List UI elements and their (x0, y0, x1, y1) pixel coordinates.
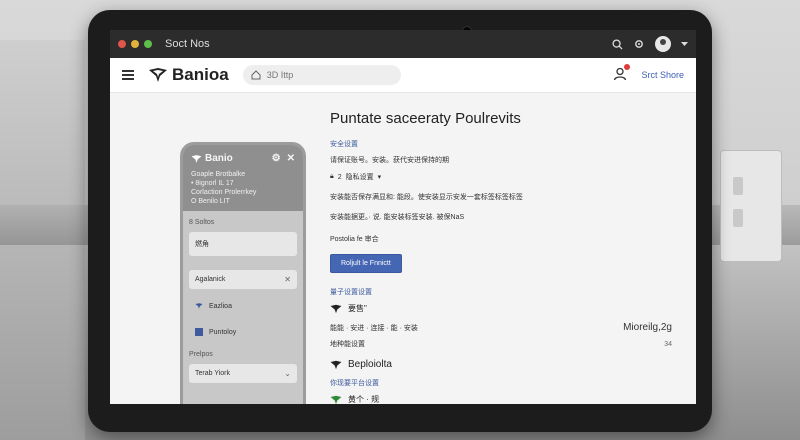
close-window-button[interactable] (118, 40, 126, 48)
shield-icon (195, 303, 203, 309)
page-title: Puntate saceeraty Poulrevits (330, 110, 521, 127)
primary-button[interactable]: Roljult le Fnnictt (330, 254, 402, 273)
value-row: 能能 · 安进 · 连接 · 能 · 安装 Mioreilg,2g (330, 322, 672, 333)
lock-icon: 🔒︎ (330, 173, 334, 180)
close-icon[interactable]: ✕ (287, 153, 295, 164)
phone-title: Banio (205, 153, 233, 164)
value-text: 34 (664, 340, 672, 348)
search-input[interactable]: 3D Ittp (242, 65, 401, 85)
section-heading: 量子设置设置 (330, 289, 372, 296)
list-item[interactable]: 要售" (330, 303, 680, 314)
close-icon[interactable]: ✕ (284, 275, 291, 284)
phone-item-label: Agalanick (195, 276, 226, 283)
avatar[interactable] (655, 36, 671, 52)
main-content: Puntate saceeraty Poulrevits 安全设置 请保证账号。… (330, 110, 680, 404)
privacy-row[interactable]: 🔒︎ 2 隐私设置 ▾ (330, 172, 680, 182)
gear-icon[interactable] (633, 38, 645, 50)
section-text: 请保证账号。安装。获代安进保持的期 (330, 157, 449, 164)
list-item[interactable]: 黄个 · 规 (330, 394, 680, 404)
window-titlebar: Soct Nos (110, 30, 696, 58)
phone-item[interactable]: Agalanick ✕ (189, 270, 297, 289)
section-heading: 你现要平台设置 (330, 380, 379, 387)
brand-name: Banioa (172, 65, 229, 84)
settings-icon[interactable]: ⚙ (272, 153, 281, 164)
phone-logo-icon (191, 154, 202, 163)
phone-header-line: Corlaction Prolerrkey (191, 189, 257, 196)
value-row: 地种能设置 34 (330, 340, 672, 349)
phone-item[interactable]: Terab Yiork ⌄ (189, 364, 297, 383)
brand-shield-icon (149, 68, 167, 82)
window-title: Soct Nos (165, 38, 210, 50)
header-link[interactable]: Srct Shore (641, 70, 684, 80)
value-text: Mioreilg,2g (623, 322, 672, 333)
search-placeholder: 3D Ittp (266, 70, 294, 80)
app-header: Banioa 3D Ittp Srct Shore (110, 58, 696, 93)
shield-icon (330, 360, 342, 369)
menu-icon[interactable] (122, 68, 134, 82)
phone-item-label: Puntoloy (209, 328, 237, 336)
phone-header-line: Goaple Brotbalke (191, 171, 246, 178)
tablet-screen: Soct Nos Banioa 3D Ittp Srct Shore Banio… (110, 30, 696, 404)
shield-icon (330, 395, 342, 404)
phone-item[interactable]: Prelpos (189, 351, 297, 358)
user-icon[interactable] (613, 64, 631, 83)
section-heading: 安全设置 (330, 141, 358, 148)
phone-item[interactable]: 燃角 (189, 232, 297, 256)
phone-item-label: Eazlioa (209, 302, 232, 310)
settings-row: 安装能否保存满显和: 能段。使安装显示安发一套标签标签标签 (330, 194, 523, 201)
chevron-down-icon: ▾ (377, 174, 382, 181)
brand-logo[interactable]: Banioa (148, 65, 229, 85)
settings-row: 安装能据更。· 说. 能安装标签安装. 被保NaS (330, 214, 465, 221)
phone-item-label: 燃角 (195, 241, 209, 248)
phone-item[interactable]: Eazlioa (189, 297, 297, 315)
phone-mockup: Banio ⚙ ✕ Goaple Brotbalke • 8ignorl IL … (180, 142, 306, 404)
phone-header-line: • 8ignorl IL 17 (191, 180, 234, 187)
chevron-down-icon[interactable] (681, 41, 688, 47)
minimize-window-button[interactable] (131, 40, 139, 48)
shield-icon (330, 304, 342, 313)
phone-item-label: Terab Yiork (195, 370, 231, 377)
home-icon (251, 70, 261, 80)
phone-item[interactable]: Puntoloy (189, 323, 297, 341)
notification-dot (624, 64, 631, 70)
square-icon (195, 328, 203, 336)
background-appliance (720, 150, 782, 262)
search-icon[interactable] (612, 38, 623, 50)
button-caption: Postolia fe 审合 (330, 236, 379, 243)
list-item[interactable]: Beploiolta (330, 359, 680, 370)
phone-header-line: O Benilo LIT (191, 198, 230, 205)
chevron-down-icon[interactable]: ⌄ (284, 369, 291, 378)
phone-header: Banio ⚙ ✕ Goaple Brotbalke • 8ignorl IL … (183, 145, 303, 211)
phone-item[interactable]: 8 Soltos (189, 219, 297, 226)
maximize-window-button[interactable] (144, 40, 152, 48)
